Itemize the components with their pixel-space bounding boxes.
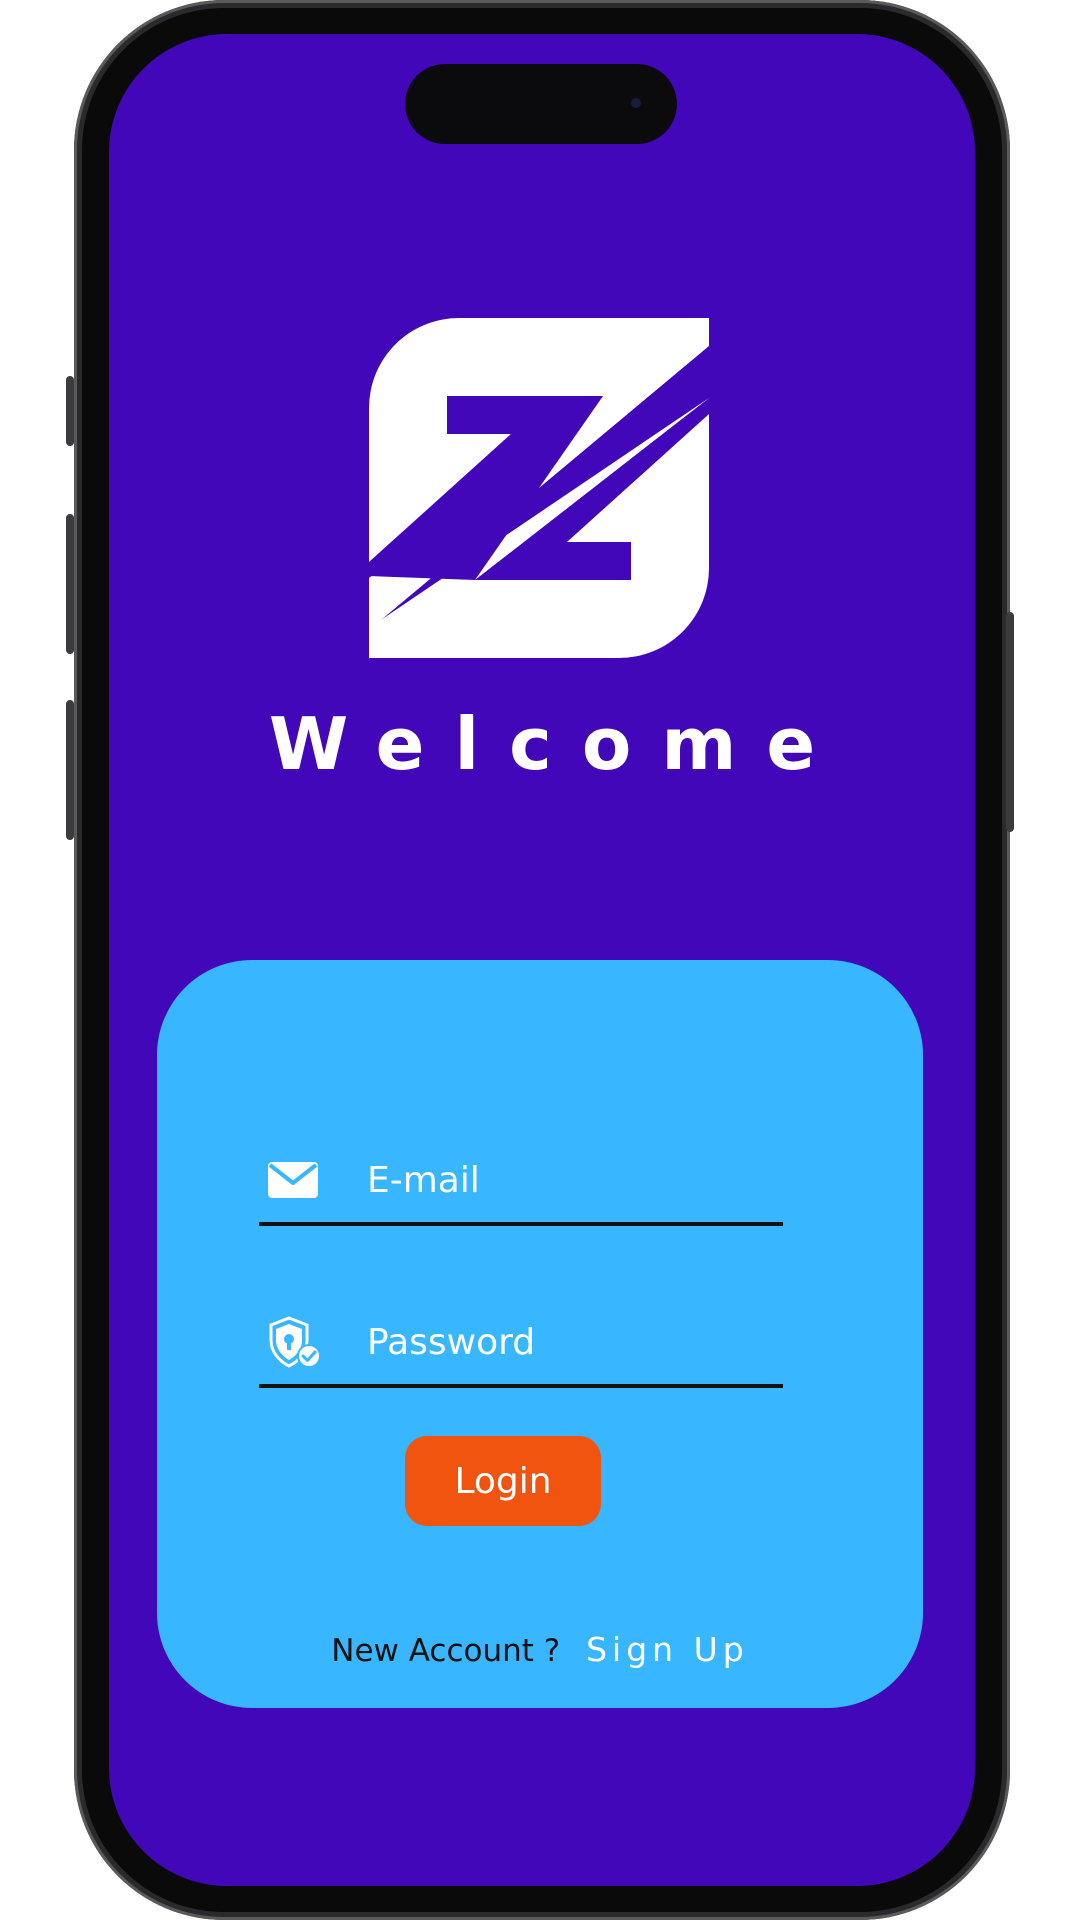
password-input[interactable] (367, 1304, 777, 1380)
signup-link[interactable]: Sign Up (586, 1630, 749, 1669)
email-input[interactable] (367, 1142, 777, 1218)
new-account-label: New Account ? (331, 1633, 561, 1669)
welcome-title: Welcome (268, 702, 846, 786)
signup-row: New Account ? Sign Up (157, 1630, 923, 1669)
z-logo-icon (369, 318, 709, 658)
envelope-icon (268, 1162, 318, 1198)
password-field (259, 1304, 783, 1388)
app-screen: Welcome Login New Account ? Sign Up (109, 34, 975, 1886)
side-button-volume-up (66, 514, 74, 654)
side-button-volume-down (66, 700, 74, 840)
side-button-power (1006, 612, 1014, 832)
front-camera (631, 98, 641, 108)
dynamic-island (405, 64, 677, 144)
side-button-action (66, 376, 74, 446)
login-card: Login New Account ? Sign Up (157, 960, 923, 1708)
login-button[interactable]: Login (405, 1436, 601, 1526)
shield-lock-icon (269, 1316, 321, 1368)
email-field (259, 1142, 783, 1226)
